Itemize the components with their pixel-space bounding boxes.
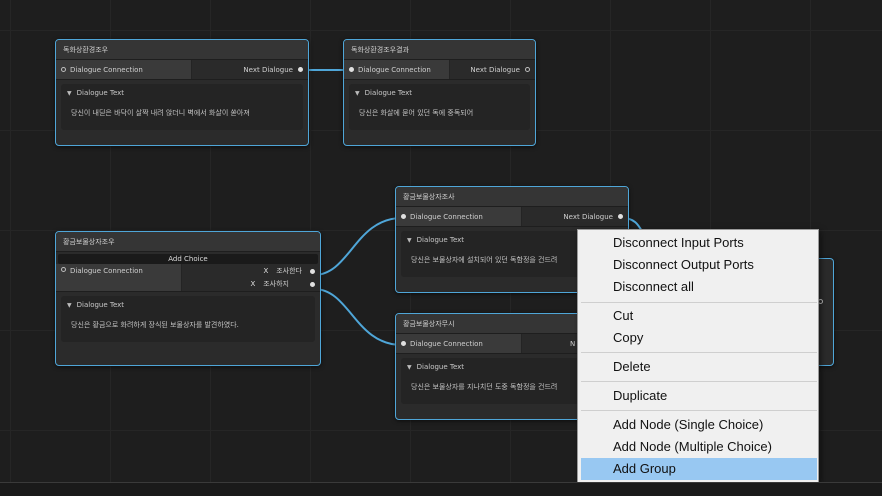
triangle-down-icon[interactable]: ▼ [67,302,72,309]
output-port[interactable]: Next Dialogue [450,60,535,79]
port-circle-icon[interactable] [401,214,406,219]
node-title[interactable]: 황금보물상자조사 [396,187,628,207]
node-title[interactable]: 독화상환경조우 [56,40,308,60]
menu-separator [581,410,817,411]
node-title[interactable]: 황금보물상자조우 [56,232,320,252]
input-port[interactable]: Dialogue Connection [396,334,522,353]
foldout-label: Dialogue Text [364,89,413,97]
dialogue-text-foldout: ▼ Dialogue Text 당신은 화살에 묻어 있던 독에 중독되어 [349,84,530,130]
dialogue-text-field[interactable]: 당신은 황금으로 화려하게 장식된 보물상자를 발견하였다. [67,317,309,337]
triangle-down-icon[interactable]: ▼ [407,237,412,244]
menu-item-add-node-single-choice[interactable]: Add Node (Single Choice) [581,414,817,436]
menu-item-disconnect-all[interactable]: Disconnect all [581,276,817,298]
menu-item-delete[interactable]: Delete [581,356,817,378]
input-port-label: Dialogue Connection [410,212,483,221]
input-port[interactable]: Dialogue Connection [56,264,182,291]
triangle-down-icon[interactable]: ▼ [67,90,72,97]
menu-item-duplicate[interactable]: Duplicate [581,385,817,407]
port-circle-icon[interactable] [525,67,530,72]
port-circle-icon[interactable] [349,67,354,72]
output-port[interactable]: Next Dialogue [192,60,308,79]
triangle-down-icon[interactable]: ▼ [407,364,412,371]
dialogue-text-field[interactable]: 당신이 내딛은 바닥이 살짝 내려 앉더니 벽에서 화살이 쏟아져 [67,105,297,125]
triangle-down-icon[interactable]: ▼ [355,90,360,97]
edge-n3-to-n5 [313,288,403,346]
context-menu: Disconnect Input Ports Disconnect Output… [577,229,819,483]
output-port-label: Next Dialogue [243,65,293,74]
output-port[interactable]: Next Dialogue [522,207,628,226]
foldout-label: Dialogue Text [76,89,125,97]
delete-choice-button[interactable]: X [250,280,255,288]
foldout-label: Dialogue Text [76,301,125,309]
node-title[interactable]: 독화상환경조우결과 [344,40,535,60]
port-circle-icon[interactable] [310,268,315,274]
port-circle-icon[interactable] [310,281,315,287]
node-dokhwasang-result[interactable]: 독화상환경조우결과 Dialogue Connection Next Dialo… [343,39,536,146]
menu-separator [581,352,817,353]
dialogue-text-foldout: ▼ Dialogue Text 당신은 황금으로 화려하게 장식된 보물상자를 발… [61,296,315,342]
port-circle-icon[interactable] [618,214,623,219]
choice-row[interactable]: X 조사하지 [250,278,315,291]
dialogue-text-foldout: ▼ Dialogue Text 당신이 내딛은 바닥이 살짝 내려 앉더니 벽에서… [61,84,303,130]
foldout-label: Dialogue Text [416,363,465,371]
bottom-status-bar [0,482,882,496]
menu-separator [581,302,817,303]
choice-row[interactable]: X 조사한다 [263,265,315,278]
input-port-label: Dialogue Connection [410,339,483,348]
output-port-label: N [570,339,576,348]
input-port-label: Dialogue Connection [70,65,143,74]
menu-separator [581,381,817,382]
input-port[interactable]: Dialogue Connection [396,207,522,226]
choice-ports: X 조사한다 X 조사하지 [182,264,320,291]
edge-n3-to-n4 [313,217,403,276]
choice-text-field[interactable]: 조사하지 [263,279,289,289]
dialogue-text-field[interactable]: 당신은 화살에 묻어 있던 독에 중독되어 [355,105,524,125]
node-golden-chest-encounter[interactable]: 황금보물상자조우 Add Choice Dialogue Connection … [55,231,321,366]
port-circle-icon[interactable] [61,267,66,272]
add-choice-button[interactable]: Add Choice [58,254,318,264]
node-dokhwasang-encounter[interactable]: 독화상환경조우 Dialogue Connection Next Dialogu… [55,39,309,146]
output-port-label: Next Dialogue [470,65,520,74]
menu-item-add-group[interactable]: Add Group [581,458,817,480]
choice-text-field[interactable]: 조사한다 [276,266,302,276]
menu-item-add-node-multiple-choice[interactable]: Add Node (Multiple Choice) [581,436,817,458]
menu-item-disconnect-output-ports[interactable]: Disconnect Output Ports [581,254,817,276]
port-circle-icon[interactable] [298,67,303,72]
foldout-label: Dialogue Text [416,236,465,244]
input-port[interactable]: Dialogue Connection [56,60,192,79]
menu-item-disconnect-input-ports[interactable]: Disconnect Input Ports [581,232,817,254]
output-port-label: Next Dialogue [563,212,613,221]
port-circle-icon[interactable] [61,67,66,72]
input-port[interactable]: Dialogue Connection [344,60,450,79]
menu-item-copy[interactable]: Copy [581,327,817,349]
menu-item-cut[interactable]: Cut [581,305,817,327]
input-port-label: Dialogue Connection [70,267,143,275]
port-circle-icon[interactable] [401,341,406,346]
delete-choice-button[interactable]: X [263,267,268,275]
input-port-label: Dialogue Connection [358,65,431,74]
